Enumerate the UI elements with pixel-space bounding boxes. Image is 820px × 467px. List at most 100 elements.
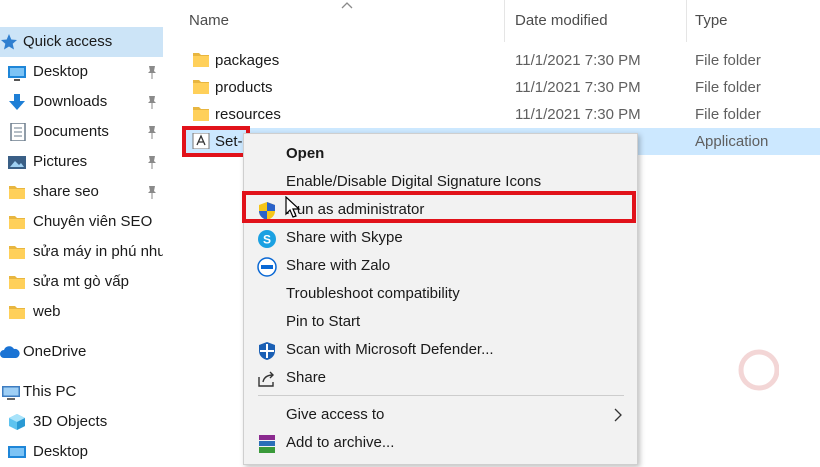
menu-item-label: Scan with Microsoft Defender... [286, 341, 494, 358]
svg-text:S: S [263, 233, 271, 247]
file-type: Application [695, 133, 769, 150]
folder-icon [9, 216, 25, 229]
chevron-right-icon [614, 408, 622, 422]
context-menu: Open Enable/Disable Digital Signature Ic… [243, 133, 779, 465]
column-header-date[interactable]: Date modified [515, 12, 608, 29]
defender-icon [259, 342, 275, 360]
nav-quick-access[interactable]: Quick access [0, 27, 163, 57]
nav-item-chuyen-vien-seo[interactable]: Chuyên viên SEO [0, 207, 163, 237]
mouse-cursor-icon [285, 196, 301, 218]
nav-item-pictures[interactable]: Pictures [0, 147, 163, 177]
nav-item-desktop[interactable]: Desktop [0, 57, 163, 87]
menu-item-troubleshoot[interactable]: Troubleshoot compatibility [244, 280, 637, 308]
documents-icon [10, 123, 26, 141]
pin-icon [148, 156, 156, 169]
nav-item-label: 3D Objects [33, 413, 108, 430]
nav-item-label: web [33, 303, 61, 320]
column-divider[interactable] [504, 0, 505, 42]
nav-item-sua-may-in[interactable]: sửa máy in phú nhuận [0, 237, 163, 267]
menu-item-label: Open [286, 145, 325, 162]
highlight-box-file [182, 126, 250, 157]
nav-item-label: share seo [33, 183, 99, 200]
nav-this-pc-label: This PC [23, 383, 77, 400]
nav-item-label: Pictures [33, 153, 88, 170]
column-divider[interactable] [686, 0, 687, 42]
skype-icon: S [258, 230, 276, 248]
nav-item-web[interactable]: web [0, 297, 163, 327]
folder-icon [9, 186, 25, 199]
file-date: 11/1/2021 7:30 PM [515, 52, 641, 69]
file-date: 11/1/2021 7:30 PM [515, 106, 641, 123]
menu-item-label: Pin to Start [286, 313, 361, 330]
file-type: File folder [695, 79, 761, 96]
file-name: packages [215, 52, 280, 69]
star-icon [1, 34, 17, 50]
menu-item-label: Troubleshoot compatibility [286, 285, 460, 302]
file-row[interactable]: packages 11/1/2021 7:30 PM File folder [182, 47, 820, 74]
folder-icon [9, 276, 25, 289]
zalo-icon [257, 257, 277, 277]
sort-ascending-icon [341, 2, 353, 9]
folder-icon [193, 53, 209, 67]
file-type: File folder [695, 106, 761, 123]
3d-objects-icon [9, 414, 25, 430]
folder-icon [193, 80, 209, 94]
nav-item-documents[interactable]: Documents [0, 117, 163, 147]
navigation-pane: Quick access Desktop Downloads Documents… [0, 0, 165, 460]
menu-item-label: Give access to [286, 406, 385, 423]
file-date: 11/1/2021 7:30 PM [515, 79, 641, 96]
menu-separator [258, 395, 624, 396]
file-name: resources [215, 106, 281, 123]
nav-this-pc[interactable]: This PC [0, 377, 163, 407]
pin-icon [148, 186, 156, 199]
pin-icon [148, 126, 156, 139]
nav-item-label: sửa mt gò vấp [33, 273, 129, 290]
desktop-icon [8, 446, 26, 458]
menu-item-label: Enable/Disable Digital Signature Icons [286, 173, 542, 190]
column-header-name[interactable]: Name [189, 12, 229, 29]
nav-item-sua-mt-go-vap[interactable]: sửa mt gò vấp [0, 267, 163, 297]
nav-item-label: Desktop [33, 443, 89, 460]
folder-icon [9, 306, 25, 319]
nav-item-desktop-pc[interactable]: Desktop [0, 437, 163, 467]
desktop-icon [8, 66, 26, 81]
computer-icon [2, 386, 20, 400]
menu-item-share-zalo[interactable]: Share with Zalo [244, 252, 637, 280]
menu-item-scan-defender[interactable]: Scan with Microsoft Defender... [244, 336, 637, 364]
pictures-icon [8, 156, 26, 169]
nav-item-label: Chuyên viên SEO [33, 213, 153, 230]
nav-item-label: Downloads [33, 93, 108, 110]
cloud-icon [0, 346, 20, 358]
pin-icon [148, 96, 156, 109]
pin-icon [148, 66, 156, 79]
column-header-type[interactable]: Type [695, 12, 728, 29]
nav-item-label: sửa máy in phú nhuận [33, 243, 163, 260]
menu-item-label: Share with Skype [286, 229, 403, 246]
menu-item-label: Share [286, 369, 327, 386]
nav-item-label: Desktop [33, 63, 89, 80]
file-name: products [215, 79, 273, 96]
menu-item-share[interactable]: Share [244, 364, 637, 392]
file-type: File folder [695, 52, 761, 69]
file-row[interactable]: resources 11/1/2021 7:30 PM File folder [182, 101, 820, 128]
download-arrow-icon [9, 94, 25, 110]
highlight-box-run-as-admin [242, 191, 636, 223]
nav-item-share-seo[interactable]: share seo [0, 177, 163, 207]
folder-icon [193, 107, 209, 121]
menu-item-pin-to-start[interactable]: Pin to Start [244, 308, 637, 336]
winrar-icon [259, 435, 275, 453]
nav-item-downloads[interactable]: Downloads [0, 87, 163, 117]
menu-item-share-skype[interactable]: S Share with Skype [244, 224, 637, 252]
nav-onedrive-label: OneDrive [23, 343, 87, 360]
menu-item-give-access[interactable]: Give access to [244, 401, 637, 429]
menu-item-label: Share with Zalo [286, 257, 391, 274]
nav-onedrive[interactable]: OneDrive [0, 337, 163, 367]
menu-item-open[interactable]: Open [244, 140, 637, 168]
nav-quick-access-label: Quick access [23, 33, 113, 50]
file-row[interactable]: products 11/1/2021 7:30 PM File folder [182, 74, 820, 101]
nav-item-3d-objects[interactable]: 3D Objects [0, 407, 163, 437]
menu-item-label: Add to archive... [286, 434, 395, 451]
folder-icon [9, 246, 25, 259]
share-icon [258, 371, 274, 387]
menu-item-add-to-archive[interactable]: Add to archive... [244, 429, 637, 457]
